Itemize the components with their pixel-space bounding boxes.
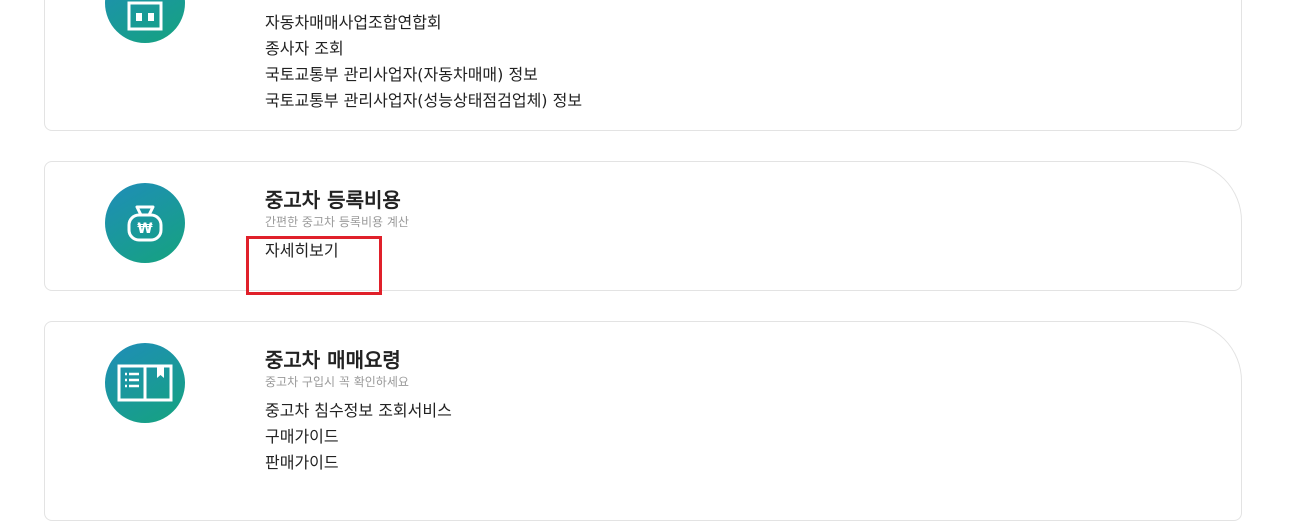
registration-cost-subtitle: 간편한 중고차 등록비용 계산	[265, 215, 409, 229]
guide-book-icon	[105, 343, 185, 423]
building-icon	[105, 0, 185, 43]
dealer-info-card: 자동차매매사업조합연합회 종사자 조회 국토교통부 관리사업자(자동차매매) 정…	[44, 0, 1242, 131]
link-molit-dealer-info[interactable]: 국토교통부 관리사업자(자동차매매) 정보	[265, 62, 582, 88]
link-dealer-association[interactable]: 자동차매매사업조합연합회	[265, 10, 582, 36]
link-employee-lookup[interactable]: 종사자 조회	[265, 36, 582, 62]
trade-guide-subtitle: 중고차 구입시 꼭 확인하세요	[265, 375, 409, 389]
registration-cost-card: ₩ 중고차 등록비용 간편한 중고차 등록비용 계산 자세히보기	[44, 161, 1242, 291]
registration-cost-title: 중고차 등록비용	[265, 188, 401, 212]
trade-guide-card: 중고차 매매요령 중고차 구입시 꼭 확인하세요 중고차 침수정보 조회서비스 …	[44, 321, 1242, 521]
link-sales-guide[interactable]: 판매가이드	[265, 450, 452, 476]
money-bag-won-icon: ₩	[105, 183, 185, 263]
link-purchase-guide[interactable]: 구매가이드	[265, 424, 452, 450]
highlight-box	[246, 236, 382, 295]
link-flood-info-service[interactable]: 중고차 침수정보 조회서비스	[265, 398, 452, 424]
trade-guide-title: 중고차 매매요령	[265, 348, 401, 372]
link-molit-inspection-info[interactable]: 국토교통부 관리사업자(성능상태점검업체) 정보	[265, 88, 582, 114]
svg-text:₩: ₩	[137, 221, 153, 237]
